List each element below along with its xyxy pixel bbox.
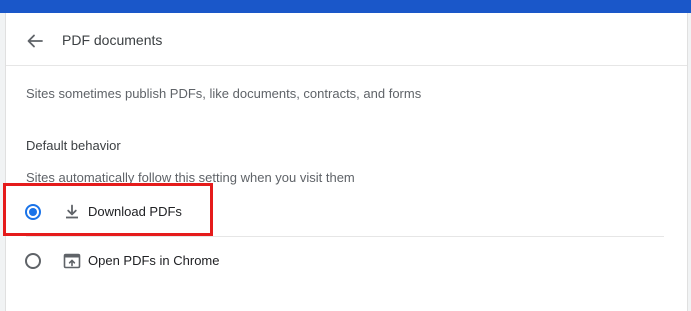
open-pdfs-in-chrome-label: Open PDFs in Chrome (88, 253, 220, 268)
download-pdfs-label: Download PDFs (88, 204, 182, 219)
open-pdfs-in-chrome-radio[interactable] (25, 253, 41, 269)
top-app-bar (0, 0, 691, 13)
page-title: PDF documents (62, 32, 163, 48)
download-pdfs-option[interactable]: Download PDFs (20, 188, 664, 236)
default-behavior-heading: Default behavior (26, 138, 121, 153)
arrow-back-icon (20, 27, 48, 55)
page-description: Sites sometimes publish PDFs, like docum… (26, 86, 422, 101)
settings-card: PDF documents Sites sometimes publish PD… (5, 13, 688, 311)
download-icon (62, 202, 82, 222)
back-button[interactable] (20, 27, 48, 55)
header-divider (6, 65, 687, 66)
download-pdfs-radio[interactable] (25, 204, 41, 220)
open-in-browser-icon (62, 251, 82, 271)
open-pdfs-in-chrome-option[interactable]: Open PDFs in Chrome (20, 237, 664, 285)
default-behavior-subtext: Sites automatically follow this setting … (26, 170, 355, 185)
page-header: PDF documents (6, 21, 687, 61)
